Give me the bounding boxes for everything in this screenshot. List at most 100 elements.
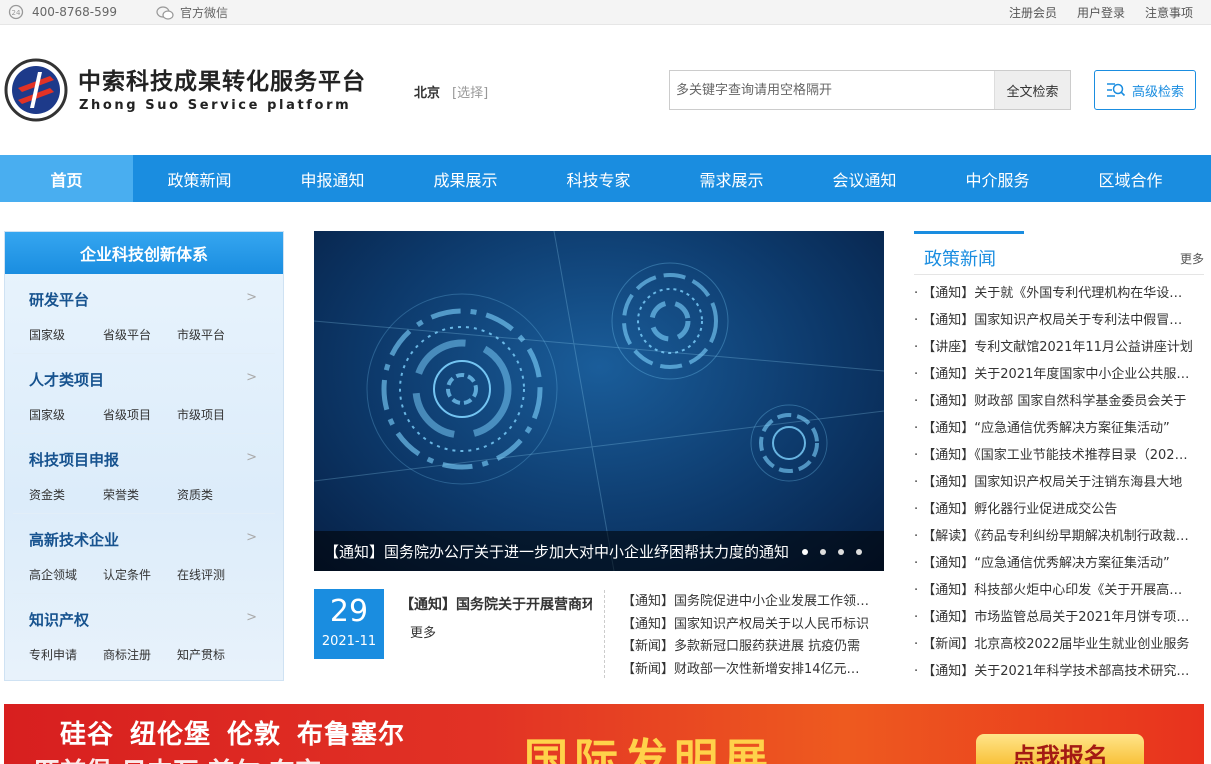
current-city: 北京 [414, 86, 441, 101]
news-title: 【讲座】专利文献馆2021年11月公益讲座计划 [922, 340, 1193, 355]
chevron-right-icon[interactable]: > [246, 370, 257, 385]
list-item[interactable]: · 【新闻】北京高校2022届毕业生就业创业服务 [914, 631, 1194, 658]
carousel-dot[interactable] [820, 549, 826, 555]
tech-rings-image [314, 231, 884, 571]
sub-link[interactable]: 市级平台 [177, 326, 251, 343]
list-item[interactable]: · 【通知】国家知识产权局关于注销东海县大地 [914, 469, 1194, 496]
date-year-month: 2021-11 [321, 634, 377, 649]
wechat-link[interactable]: 官方微信 [156, 4, 228, 21]
banner-carousel[interactable]: 【通知】国务院办公厅关于进一步加大对中小企业纾困帮扶力度的通知 [314, 231, 884, 571]
invention-expo-ad[interactable]: 硅谷纽伦堡伦敦布鲁塞尔 匹兹堡 日内瓦 首尔 东京 国际发明展 点我报名 [4, 704, 1204, 764]
carousel-dots [802, 549, 862, 555]
banner-caption[interactable]: 【通知】国务院办公厅关于进一步加大对中小企业纾困帮扶力度的通知 [314, 531, 884, 571]
sub-link[interactable]: 资质类 [177, 486, 251, 503]
list-item[interactable]: · 【通知】《国家工业节能技术推荐目录（2021）》 [914, 442, 1194, 469]
sub-link[interactable]: 市级项目 [177, 406, 251, 423]
ad-headline: 国际发明展 [524, 735, 774, 764]
sub-link[interactable]: 国家级 [29, 326, 103, 343]
list-item[interactable]: · 【通知】孵化器行业促进成交公告 [914, 496, 1194, 523]
wechat-label: 官方微信 [180, 6, 229, 20]
active-tab-bar [914, 231, 1024, 234]
policy-news-list: · 【通知】关于就《外国专利代理机构在华设立常驻代表机构管理办法》 · 【通知】… [914, 280, 1194, 685]
login-link[interactable]: 用户登录 [1077, 4, 1125, 21]
news-title: 【通知】国家知识产权局关于专利法中假冒专利 [922, 313, 1194, 328]
news-title: 【通知】关于就《外国专利代理机构在华设立常驻代表机构管理办法》 [922, 286, 1194, 301]
policy-news-header: 政策新闻 更多 [914, 231, 1204, 275]
sub-link[interactable]: 荣誉类 [103, 486, 177, 503]
nav-regional[interactable]: 区域合作 [1064, 155, 1197, 202]
phone-number: 400-8768-599 [32, 5, 118, 19]
nav-achievements[interactable]: 成果展示 [399, 155, 532, 202]
sub-link[interactable]: 国家级 [29, 406, 103, 423]
sub-link[interactable]: 商标注册 [103, 646, 177, 663]
list-item[interactable]: 【新闻】财政部一次性新增安排14亿元资金 [622, 658, 872, 681]
section-title[interactable]: 知识产权 [29, 609, 89, 630]
list-item[interactable]: · 【通知】“应急通信优秀解决方案征集活动” [914, 415, 1194, 442]
list-item[interactable]: · 【通知】关于2021年科学技术部高技术研究发展中心 [914, 658, 1194, 685]
section-title[interactable]: 高新技术企业 [29, 529, 119, 550]
notice-link[interactable]: 注意事项 [1145, 4, 1193, 21]
brand-name[interactable]: 中索科技成果转化服务平台 [78, 62, 366, 96]
sub-link[interactable]: 省级项目 [103, 406, 177, 423]
phone-icon: 24 [8, 4, 24, 20]
sub-link[interactable]: 专利申请 [29, 646, 103, 663]
section-talent-projects: 人才类项目 > 国家级 省级项目 市级项目 [13, 354, 275, 434]
carousel-dot[interactable] [856, 549, 862, 555]
section-title[interactable]: 人才类项目 [29, 369, 104, 390]
nav-declare-notice[interactable]: 申报通知 [266, 155, 399, 202]
featured-more-link[interactable]: 更多 [410, 622, 436, 641]
nav-home[interactable]: 首页 [0, 155, 133, 202]
list-item[interactable]: · 【通知】关于就《外国专利代理机构在华设立常驻代表机构管理办法》 [914, 280, 1194, 307]
innovation-system-panel: 企业科技创新体系 研发平台 > 国家级 省级平台 市级平台 人才类项目 > 国家… [4, 231, 284, 681]
sub-link[interactable]: 在线评测 [177, 566, 251, 583]
list-item[interactable]: · 【通知】“应急通信优秀解决方案征集活动” [914, 550, 1194, 577]
city-select-link[interactable]: [选择] [452, 82, 488, 101]
sub-link[interactable]: 高企领域 [29, 566, 103, 583]
carousel-dot[interactable] [838, 549, 844, 555]
chevron-right-icon[interactable]: > [246, 610, 257, 625]
nav-demands[interactable]: 需求展示 [665, 155, 798, 202]
chevron-right-icon[interactable]: > [246, 290, 257, 305]
news-title: 【通知】国家知识产权局关于注销东海县大地 [922, 475, 1183, 490]
chevron-right-icon[interactable]: > [246, 530, 257, 545]
section-rd-platform: 研发平台 > 国家级 省级平台 市级平台 [13, 274, 275, 354]
search-input[interactable] [670, 71, 994, 109]
sub-link[interactable]: 省级平台 [103, 326, 177, 343]
nav-policy-news[interactable]: 政策新闻 [133, 155, 266, 202]
section-title[interactable]: 科技项目申报 [29, 449, 119, 470]
policy-news-title[interactable]: 政策新闻 [924, 245, 996, 271]
nav-agency[interactable]: 中介服务 [931, 155, 1064, 202]
sub-link[interactable]: 知产贯标 [177, 646, 251, 663]
signup-button[interactable]: 点我报名 [976, 734, 1144, 764]
news-title: 【通知】关于2021年度国家中小企业公共服务示范平台 [922, 367, 1194, 382]
advanced-search-label: 高级检索 [1131, 84, 1184, 100]
register-link[interactable]: 注册会员 [1009, 4, 1057, 21]
sub-link[interactable]: 资金类 [29, 486, 103, 503]
section-hightech: 高新技术企业 > 高企领域 认定条件 在线评测 [13, 514, 275, 594]
list-item[interactable]: · 【讲座】专利文献馆2021年11月公益讲座计划 [914, 334, 1194, 361]
featured-news-title[interactable]: 【通知】国务院关于开展营商环境创新试点工作的意见 [400, 594, 592, 614]
list-item[interactable]: · 【通知】科技部火炬中心印发《关于开展高新技术企业 [914, 577, 1194, 604]
list-item[interactable]: 【新闻】多款新冠口服药获进展 抗疫仍需 [622, 635, 872, 658]
advanced-search-icon [1106, 83, 1126, 97]
fulltext-search-button[interactable]: 全文检索 [994, 71, 1070, 109]
advanced-search-button[interactable]: 高级检索 [1094, 70, 1196, 110]
list-item[interactable]: · 【通知】市场监管总局关于2021年月饼专项抽检 [914, 604, 1194, 631]
list-item[interactable]: · 【解读】《药品专利纠纷早期解决机制行政裁决办法》 [914, 523, 1194, 550]
nav-meetings[interactable]: 会议通知 [798, 155, 931, 202]
top-links: 注册会员 用户登录 注意事项 [1009, 4, 1193, 21]
wechat-icon [156, 5, 174, 20]
list-item[interactable]: · 【通知】关于2021年度国家中小企业公共服务示范平台 [914, 361, 1194, 388]
news-title: 【解读】《药品专利纠纷早期解决机制行政裁决办法》 [922, 529, 1194, 544]
section-title[interactable]: 研发平台 [29, 289, 89, 310]
list-item[interactable]: · 【通知】国家知识产权局关于专利法中假冒专利 [914, 307, 1194, 334]
list-item[interactable]: 【通知】国务院促进中小企业发展工作领导小组办公室 [622, 590, 872, 613]
carousel-dot[interactable] [802, 549, 808, 555]
policy-news-more-link[interactable]: 更多 [1180, 250, 1204, 267]
list-item[interactable]: · 【通知】财政部 国家自然科学基金委员会关于 [914, 388, 1194, 415]
nav-experts[interactable]: 科技专家 [532, 155, 665, 202]
list-item[interactable]: 【通知】国家知识产权局关于以人民币标识 [622, 613, 872, 636]
chevron-right-icon[interactable]: > [246, 450, 257, 465]
sub-link[interactable]: 认定条件 [103, 566, 177, 583]
logo-icon[interactable] [4, 58, 68, 122]
